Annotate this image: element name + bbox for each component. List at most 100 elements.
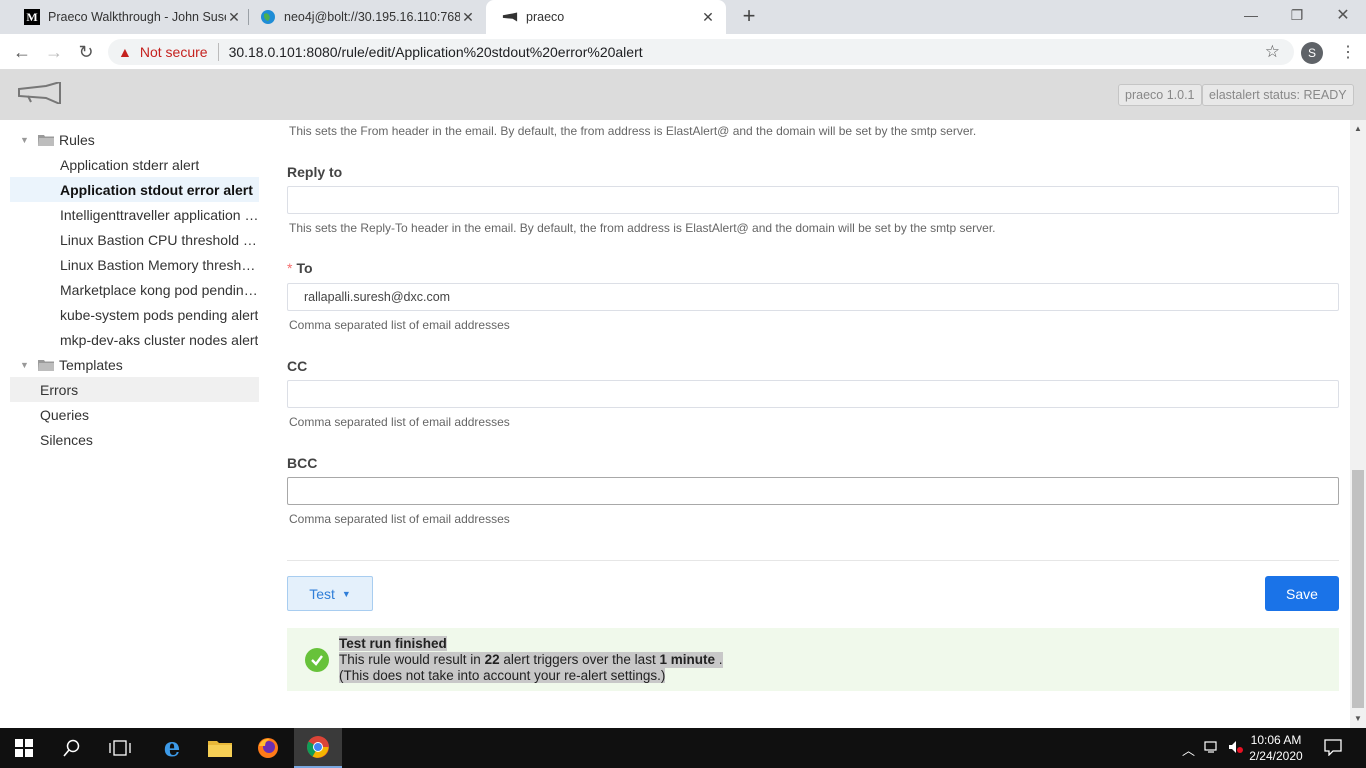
reply-to-help-text: This sets the Reply-To header in the ema… (289, 221, 996, 235)
caret-down-icon: ▼ (341, 588, 351, 599)
from-help-text: This sets the From header in the email. … (289, 124, 977, 138)
rule-item[interactable]: Linux Bastion Memory threshold alert (10, 252, 259, 277)
security-label[interactable]: Not secure (140, 44, 208, 60)
nav-errors[interactable]: Errors (10, 377, 259, 402)
rule-item[interactable]: Application stderr alert (10, 152, 259, 177)
tray-chevron-up-icon[interactable]: ︿ (1182, 740, 1195, 759)
rule-label: Application stdout error alert (60, 181, 253, 198)
app-header: praeco 1.0.1 elastalert status: READY (0, 70, 1366, 120)
rule-item[interactable]: mkp-dev-aks cluster nodes alert (10, 327, 259, 352)
search-icon[interactable] (48, 728, 96, 768)
reply-to-label: Reply to (287, 164, 343, 180)
result-suffix: . (718, 652, 723, 667)
caret-down-icon[interactable]: ▼ (20, 360, 32, 370)
nav-silences[interactable]: Silences (10, 427, 259, 452)
tree-node-rules[interactable]: ▼ Rules (10, 127, 259, 152)
rule-label: Linux Bastion Memory threshold alert (60, 256, 259, 273)
tree-label: Rules (59, 131, 95, 148)
rule-item[interactable]: Linux Bastion CPU threshold alert (10, 227, 259, 252)
volume-muted-icon[interactable] (1228, 740, 1244, 757)
tree-node-templates[interactable]: ▼ Templates (10, 352, 259, 377)
to-help-text: Comma separated list of email addresses (289, 318, 510, 332)
close-tab-icon[interactable]: ✕ (226, 9, 242, 26)
praeco-logo-icon[interactable] (18, 80, 62, 109)
address-toolbar: ← → ↻ ▲ Not secure 30.18.0.101:8080/rule… (0, 34, 1366, 70)
rule-edit-form: This sets the From header in the email. … (270, 120, 1350, 728)
result-mid: alert triggers over the last (503, 652, 656, 667)
minimize-icon[interactable]: — (1228, 0, 1274, 30)
bcc-help-text: Comma separated list of email addresses (289, 512, 510, 526)
version-badge: praeco 1.0.1 (1118, 84, 1202, 106)
bcc-input[interactable] (287, 477, 1339, 505)
bookmark-star-icon[interactable]: ☆ (1265, 42, 1280, 62)
url-text[interactable]: 30.18.0.101:8080/rule/edit/Application%2… (229, 44, 643, 60)
edge-browser-icon[interactable]: e (148, 728, 196, 768)
rule-label: Intelligenttraveller application errors (60, 206, 259, 223)
rule-item[interactable]: kube-system pods pending alert (10, 302, 259, 327)
tab-title: neo4j@bolt://30.195.16.110:7687 (284, 10, 460, 24)
rule-label: Application stderr alert (60, 156, 200, 173)
tab-title: Praeco Walkthrough - John Susek (48, 10, 226, 24)
rule-item[interactable]: Marketplace kong pod pending alert (10, 277, 259, 302)
form-divider (287, 560, 1339, 561)
to-label-text: To (296, 260, 313, 276)
chrome-menu-icon[interactable]: ⋮ (1340, 42, 1356, 62)
rule-item[interactable]: Intelligenttraveller application errors (10, 202, 259, 227)
test-result-text: Test run finished This rule would result… (339, 636, 723, 684)
cc-help-text: Comma separated list of email addresses (289, 415, 510, 429)
result-period: 1 minute (659, 652, 715, 667)
network-icon[interactable] (1204, 740, 1220, 757)
nav-label: Queries (40, 406, 90, 423)
save-button[interactable]: Save (1265, 576, 1339, 611)
result-note: (This does not take into account your re… (339, 668, 666, 683)
windows-start-icon[interactable] (0, 728, 48, 768)
rule-label: Marketplace kong pod pending alert (60, 281, 259, 298)
vertical-scrollbar[interactable]: ▲ ▼ (1350, 120, 1366, 728)
nav-label: Silences (40, 431, 93, 448)
sidebar-nav: ▼ Rules Application stderr alert Applica… (0, 120, 270, 728)
scroll-up-arrow-icon[interactable]: ▲ (1354, 124, 1362, 133)
close-window-icon[interactable]: ✕ (1320, 0, 1366, 30)
tree-label: Templates (59, 356, 123, 373)
tab-praeco[interactable]: praeco ✕ (486, 0, 726, 34)
firefox-icon[interactable] (244, 728, 292, 768)
back-arrow-icon[interactable]: ← (10, 40, 34, 64)
to-input[interactable]: rallapalli.suresh@dxc.com (287, 283, 1339, 311)
reload-icon[interactable]: ↻ (74, 40, 98, 64)
tab-praeco-walkthrough[interactable]: M Praeco Walkthrough - John Susek ✕ (8, 0, 252, 34)
system-clock[interactable]: 10:06 AM 2/24/2020 (1246, 732, 1306, 764)
notifications-icon[interactable] (1324, 738, 1342, 759)
rule-item-selected[interactable]: Application stdout error alert (10, 177, 259, 202)
close-tab-icon[interactable]: ✕ (700, 9, 716, 26)
tab-title: praeco (526, 10, 565, 24)
rule-label: kube-system pods pending alert (60, 306, 259, 323)
nav-queries[interactable]: Queries (10, 402, 259, 427)
rule-label: mkp-dev-aks cluster nodes alert (60, 331, 259, 348)
restore-icon[interactable]: ❐ (1274, 0, 1320, 30)
result-prefix: This rule would result in (339, 652, 481, 667)
praeco-horn-icon (502, 9, 518, 25)
to-label: * To (287, 260, 313, 276)
chrome-taskbar-icon[interactable] (294, 728, 342, 768)
omnibox[interactable]: ▲ Not secure 30.18.0.101:8080/rule/edit/… (108, 39, 1294, 65)
scroll-down-arrow-icon[interactable]: ▼ (1354, 714, 1362, 723)
required-asterisk: * (287, 260, 293, 276)
clock-date: 2/24/2020 (1249, 749, 1303, 763)
reply-to-input[interactable] (287, 186, 1339, 214)
result-title: Test run finished (339, 636, 447, 651)
scrollbar-thumb[interactable] (1352, 470, 1364, 708)
test-dropdown-button[interactable]: Test ▼ (287, 576, 373, 611)
forward-arrow-icon[interactable]: → (42, 40, 66, 64)
profile-avatar[interactable]: S (1301, 42, 1323, 64)
result-count: 22 (484, 652, 500, 667)
close-tab-icon[interactable]: ✕ (460, 9, 476, 26)
file-explorer-icon[interactable] (196, 728, 244, 768)
clock-time: 10:06 AM (1250, 733, 1302, 747)
cc-input[interactable] (287, 380, 1339, 408)
tab-neo4j[interactable]: neo4j@bolt://30.195.16.110:7687 ✕ (244, 0, 486, 34)
caret-down-icon[interactable]: ▼ (20, 135, 32, 145)
new-tab-plus-icon[interactable]: + (737, 4, 761, 28)
status-badge: elastalert status: READY (1202, 84, 1354, 106)
task-view-icon[interactable] (96, 728, 144, 768)
warning-triangle-icon[interactable]: ▲ (118, 44, 132, 60)
